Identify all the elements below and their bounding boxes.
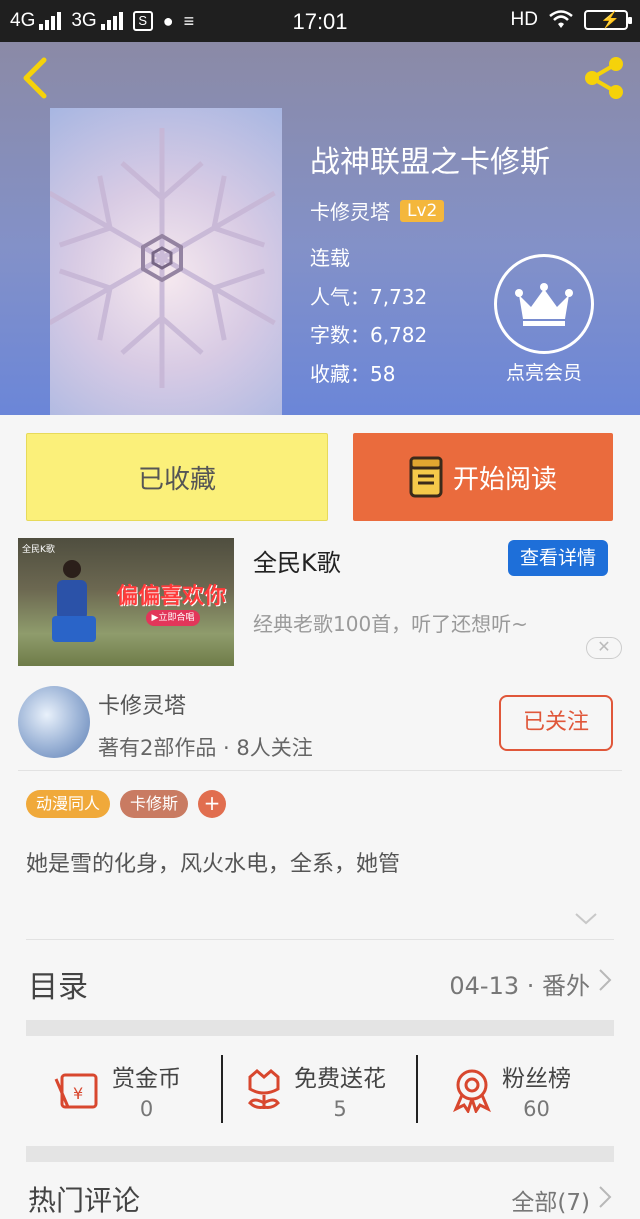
free-flowers-button[interactable]: 免费送花 5 (242, 1045, 386, 1135)
back-icon[interactable] (18, 56, 52, 100)
chevron-right-icon (599, 1186, 612, 1208)
ad-banner-text: 偏偏喜欢你 (116, 584, 227, 609)
all-comments-link[interactable]: 全部(7) (511, 1183, 590, 1217)
status-right: HD ⚡ (510, 9, 632, 31)
share-icon[interactable] (580, 54, 628, 102)
book-title: 战神联盟之卡修斯 (310, 145, 550, 180)
start-reading-label: 开始阅读 (452, 464, 557, 495)
wifi-icon (549, 10, 573, 28)
latest-chapter: 04-13 · 番外 (449, 972, 590, 1000)
book-popularity: 人气：7,732 (310, 284, 428, 309)
collected-label: 已收藏 (137, 464, 216, 495)
follow-button[interactable]: 已关注 (499, 695, 613, 751)
stat-value: 60 (523, 1097, 550, 1121)
ad-detail-button[interactable]: 查看详情 (508, 540, 608, 576)
crown-icon (494, 254, 594, 354)
collected-button[interactable]: 已收藏 (26, 433, 328, 521)
ad-description: 经典老歌100首，听了还想听~ (253, 612, 528, 636)
vip-label: 点亮会员 (505, 362, 582, 384)
table-of-contents-row[interactable]: 目录 04-13 · 番外 (26, 958, 614, 1008)
book-favorites: 收藏：58 (310, 361, 396, 386)
stat-label: 赏金币 (112, 1066, 181, 1092)
ad-close-icon[interactable]: ✕ (586, 637, 622, 659)
singer-figure (52, 560, 96, 650)
stat-label: 粉丝榜 (502, 1066, 571, 1092)
ad-banner[interactable]: 全民K歌 偏偏喜欢你 ▶立即合唱 全民K歌 查看详情 经典老歌100首，听了还想… (0, 538, 640, 672)
hd-label: HD (510, 9, 538, 30)
book-meta: 连载 人气：7,732 字数：6,782 收藏：58 (310, 242, 427, 396)
book-icon (409, 456, 443, 498)
status-bar: 4G 3G S ● ≡ 17:01 HD ⚡ (0, 0, 640, 42)
section-separator (26, 1020, 614, 1036)
book-author[interactable]: 卡修灵塔 (310, 196, 390, 225)
divider (26, 939, 614, 940)
author-avatar[interactable] (18, 686, 90, 758)
toc-label: 目录 (28, 970, 88, 1005)
flower-icon (248, 1069, 280, 1109)
tag-chip[interactable]: 卡修斯 (120, 790, 189, 818)
stat-label: 免费送花 (294, 1066, 386, 1092)
ad-cta: ▶立即合唱 (146, 610, 200, 626)
chevron-down-icon[interactable] (574, 912, 598, 926)
chevron-right-icon (599, 969, 612, 991)
author-card[interactable]: 卡修灵塔 著有2部作品 · 8人关注 已关注 (0, 680, 640, 770)
start-reading-button[interactable]: 开始阅读 (353, 433, 613, 521)
add-tag-button[interactable]: + (198, 790, 227, 818)
divider (18, 770, 622, 771)
medal-icon (453, 1069, 491, 1113)
divider (416, 1055, 418, 1123)
ad-title: 全民K歌 (253, 549, 341, 577)
divider (221, 1055, 223, 1123)
hot-comments-row[interactable]: 热门评论 全部(7) (26, 1175, 614, 1217)
section-separator (26, 1146, 614, 1162)
snowflake-cover-art (50, 128, 276, 388)
level-badge: Lv2 (400, 199, 445, 222)
ad-brand-logo: 全民K歌 (22, 545, 55, 555)
hot-comments-label: 热门评论 (28, 1184, 141, 1217)
svg-text:¥: ¥ (73, 1084, 83, 1103)
author-stats: 著有2部作品 · 8人关注 (98, 736, 313, 760)
stats-row: ¥ 赏金币 0 免费送花 5 粉丝榜 60 (26, 1045, 614, 1135)
vip-button[interactable]: 点亮会员 (492, 254, 596, 385)
red-envelope-icon: ¥ (54, 1073, 98, 1109)
ad-image[interactable]: 全民K歌 偏偏喜欢你 ▶立即合唱 (18, 538, 234, 666)
author-name: 卡修灵塔 (98, 694, 187, 719)
book-cover[interactable] (50, 108, 282, 415)
book-status: 连载 (310, 246, 350, 270)
tag-list: 动漫同人 卡修斯 + (26, 790, 227, 818)
book-word-count: 字数：6,782 (310, 323, 428, 347)
fans-ranking-button[interactable]: 粉丝榜 60 (450, 1045, 571, 1135)
battery-icon: ⚡ (584, 10, 632, 30)
tag-chip[interactable]: 动漫同人 (26, 790, 111, 818)
reward-coins-button[interactable]: ¥ 赏金币 0 (54, 1045, 181, 1135)
stat-value: 5 (333, 1097, 347, 1121)
book-description: 她是雪的化身，风火水电，全系，她管 (26, 852, 401, 877)
book-header: 战神联盟之卡修斯 卡修灵塔 Lv2 连载 人气：7,732 字数：6,782 收… (0, 42, 640, 415)
book-author-row: 卡修灵塔 Lv2 (310, 196, 445, 225)
stat-value: 0 (139, 1097, 154, 1121)
